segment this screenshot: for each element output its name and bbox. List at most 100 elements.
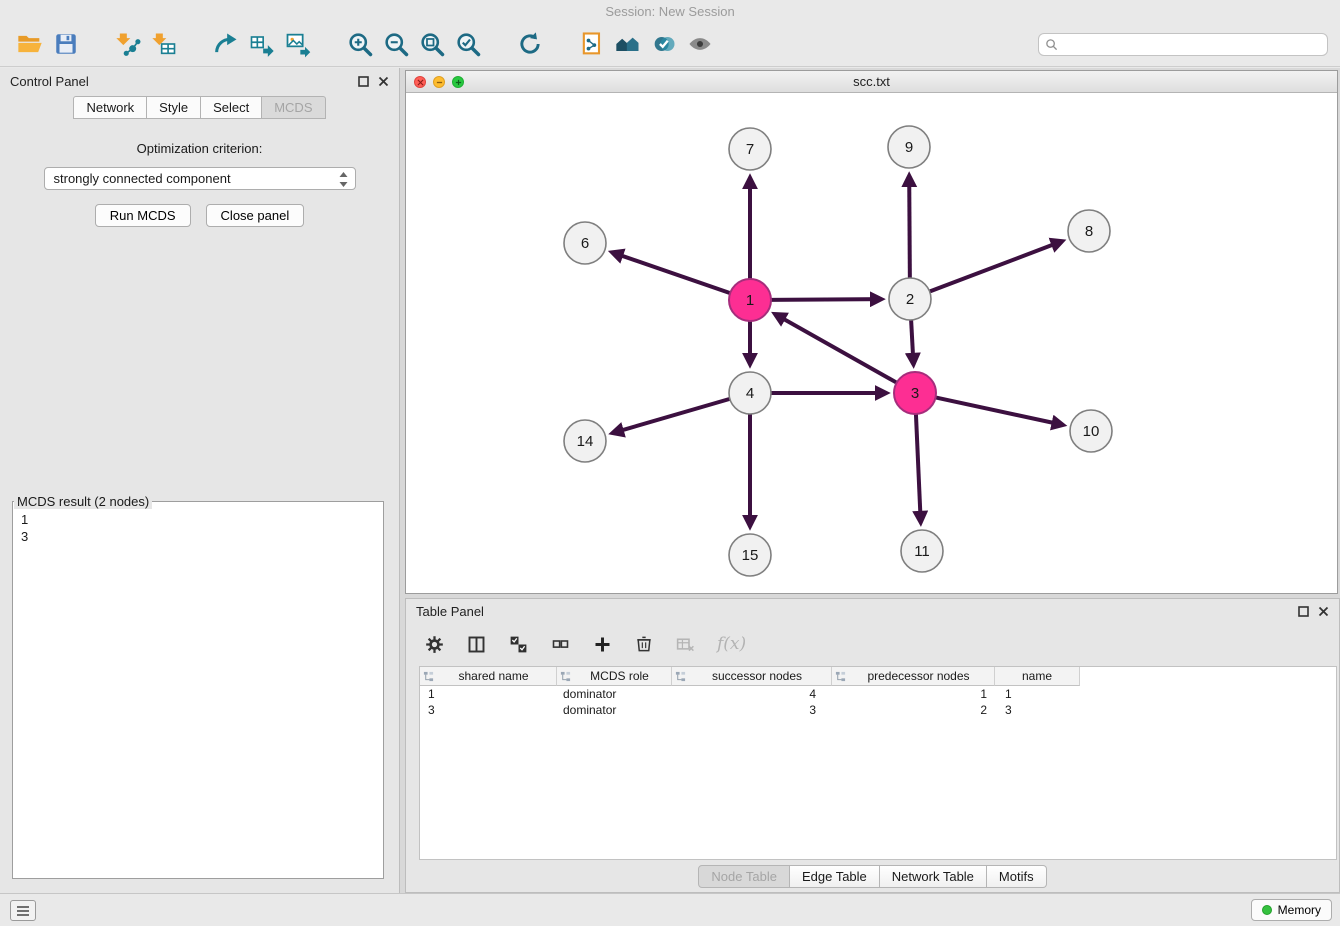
graph-edge-2-8[interactable] xyxy=(930,241,1062,291)
cell-predecessor-nodes[interactable]: 2 xyxy=(832,703,995,717)
graph-edge-1-2[interactable] xyxy=(771,299,881,300)
criterion-selected-value: strongly connected component xyxy=(54,171,231,186)
network-canvas[interactable]: 7968124314101511 xyxy=(406,93,1337,593)
style-check-button[interactable] xyxy=(646,26,682,62)
cell-predecessor-nodes[interactable]: 1 xyxy=(832,687,995,701)
refresh-layout-icon xyxy=(516,30,544,58)
search-field[interactable] xyxy=(1038,33,1328,56)
zoom-in-button[interactable] xyxy=(342,26,378,62)
tab-network-table[interactable]: Network Table xyxy=(880,865,987,888)
minimize-window-button[interactable] xyxy=(433,76,445,88)
select-all-icon[interactable] xyxy=(508,634,529,655)
console-button[interactable] xyxy=(10,900,36,921)
run-mcds-button[interactable]: Run MCDS xyxy=(95,204,191,227)
column-header-predecessor-nodes[interactable]: predecessor nodes xyxy=(832,667,995,686)
show-columns-icon[interactable] xyxy=(466,634,487,655)
cell-mcds-role[interactable]: dominator xyxy=(557,703,672,717)
table-toolbar: f(x) xyxy=(406,624,1339,664)
graph-node-label: 11 xyxy=(914,543,930,560)
cell-mcds-role[interactable]: dominator xyxy=(557,687,672,701)
network-window-titlebar[interactable]: scc.txt xyxy=(406,71,1337,93)
tab-node-table[interactable]: Node Table xyxy=(698,865,790,888)
zoom-window-button[interactable] xyxy=(452,76,464,88)
graph-node-label: 7 xyxy=(746,141,754,158)
delete-table-disabled-icon xyxy=(675,634,696,655)
add-column-icon[interactable] xyxy=(592,634,613,655)
table-settings-gear-icon[interactable] xyxy=(424,634,445,655)
save-floppy-icon xyxy=(53,31,79,57)
export-table-icon xyxy=(248,30,276,58)
export-network-icon xyxy=(212,30,240,58)
optimization-criterion-label: Optimization criterion: xyxy=(0,141,399,156)
search-input[interactable] xyxy=(1058,36,1321,53)
graph-node-label: 10 xyxy=(1083,423,1100,440)
main-area: Control Panel Network Style Select MCDS … xyxy=(0,68,1340,893)
tab-edge-table[interactable]: Edge Table xyxy=(790,865,880,888)
close-panel-icon[interactable] xyxy=(378,76,389,87)
first-neighbors-button[interactable] xyxy=(610,26,646,62)
import-table-button[interactable] xyxy=(146,26,182,62)
graph-edge-3-10[interactable] xyxy=(936,397,1063,424)
cell-successor-nodes[interactable]: 3 xyxy=(672,703,832,717)
graph-edge-1-6[interactable] xyxy=(612,252,730,293)
zoom-out-icon xyxy=(382,30,410,58)
cell-shared-name[interactable]: 1 xyxy=(420,687,557,701)
cell-name[interactable]: 1 xyxy=(995,687,1080,701)
graph-edge-2-9[interactable] xyxy=(909,176,910,278)
window-titlebar: Session: New Session xyxy=(0,0,1340,22)
tab-style[interactable]: Style xyxy=(147,96,201,119)
graph-edge-3-1[interactable] xyxy=(775,314,896,382)
export-network-button[interactable] xyxy=(208,26,244,62)
zoom-in-icon xyxy=(346,30,374,58)
column-header-successor-nodes[interactable]: successor nodes xyxy=(672,667,832,686)
close-window-button[interactable] xyxy=(414,76,426,88)
main-toolbar xyxy=(0,22,1340,67)
export-image-button[interactable] xyxy=(280,26,316,62)
float-panel-icon[interactable] xyxy=(358,76,369,87)
column-type-icon xyxy=(423,671,434,682)
float-table-panel-icon[interactable] xyxy=(1298,606,1309,617)
zoom-out-button[interactable] xyxy=(378,26,414,62)
apply-layout-button[interactable] xyxy=(512,26,548,62)
graph-edge-4-14[interactable] xyxy=(613,399,730,433)
graph-edge-3-11[interactable] xyxy=(916,414,921,522)
save-session-button[interactable] xyxy=(48,26,84,62)
close-panel-button[interactable]: Close panel xyxy=(206,204,305,227)
tab-mcds[interactable]: MCDS xyxy=(262,96,325,119)
criterion-select[interactable]: strongly connected component xyxy=(44,167,356,190)
import-network-button[interactable] xyxy=(110,26,146,62)
export-image-icon xyxy=(284,30,312,58)
close-table-panel-icon[interactable] xyxy=(1318,606,1329,617)
node-table: shared name MCDS role successor nodes xyxy=(419,666,1337,860)
network-overview-button[interactable] xyxy=(574,26,610,62)
graph-node-label: 1 xyxy=(746,292,754,309)
memory-button[interactable]: Memory xyxy=(1251,899,1332,921)
function-builder-button: f(x) xyxy=(717,634,746,654)
cell-shared-name[interactable]: 3 xyxy=(420,703,557,717)
tab-select[interactable]: Select xyxy=(201,96,262,119)
column-header-shared-name[interactable]: shared name xyxy=(420,667,557,686)
column-header-name[interactable]: name xyxy=(995,667,1080,686)
open-folder-icon xyxy=(16,30,44,58)
window-title: Session: New Session xyxy=(605,4,734,19)
open-session-button[interactable] xyxy=(12,26,48,62)
export-table-button[interactable] xyxy=(244,26,280,62)
delete-column-icon[interactable] xyxy=(634,634,654,654)
table-row[interactable]: 3 dominator 3 2 3 xyxy=(420,702,1336,718)
deselect-all-icon[interactable] xyxy=(550,634,571,655)
graph-edge-2-3[interactable] xyxy=(911,320,913,364)
network-graph[interactable]: 7968124314101511 xyxy=(406,93,1337,593)
table-row[interactable]: 1 dominator 4 1 1 xyxy=(420,686,1336,702)
zoom-fit-button[interactable] xyxy=(414,26,450,62)
zoom-selected-icon xyxy=(454,30,482,58)
zoom-selected-button[interactable] xyxy=(450,26,486,62)
column-header-mcds-role[interactable]: MCDS role xyxy=(557,667,672,686)
cell-name[interactable]: 3 xyxy=(995,703,1080,717)
cell-successor-nodes[interactable]: 4 xyxy=(672,687,832,701)
tab-motifs[interactable]: Motifs xyxy=(987,865,1047,888)
show-hide-button[interactable] xyxy=(682,26,718,62)
tab-network[interactable]: Network xyxy=(73,96,147,119)
houses-icon xyxy=(614,30,642,58)
graph-node-label: 4 xyxy=(746,385,754,402)
list-icon xyxy=(16,905,30,917)
